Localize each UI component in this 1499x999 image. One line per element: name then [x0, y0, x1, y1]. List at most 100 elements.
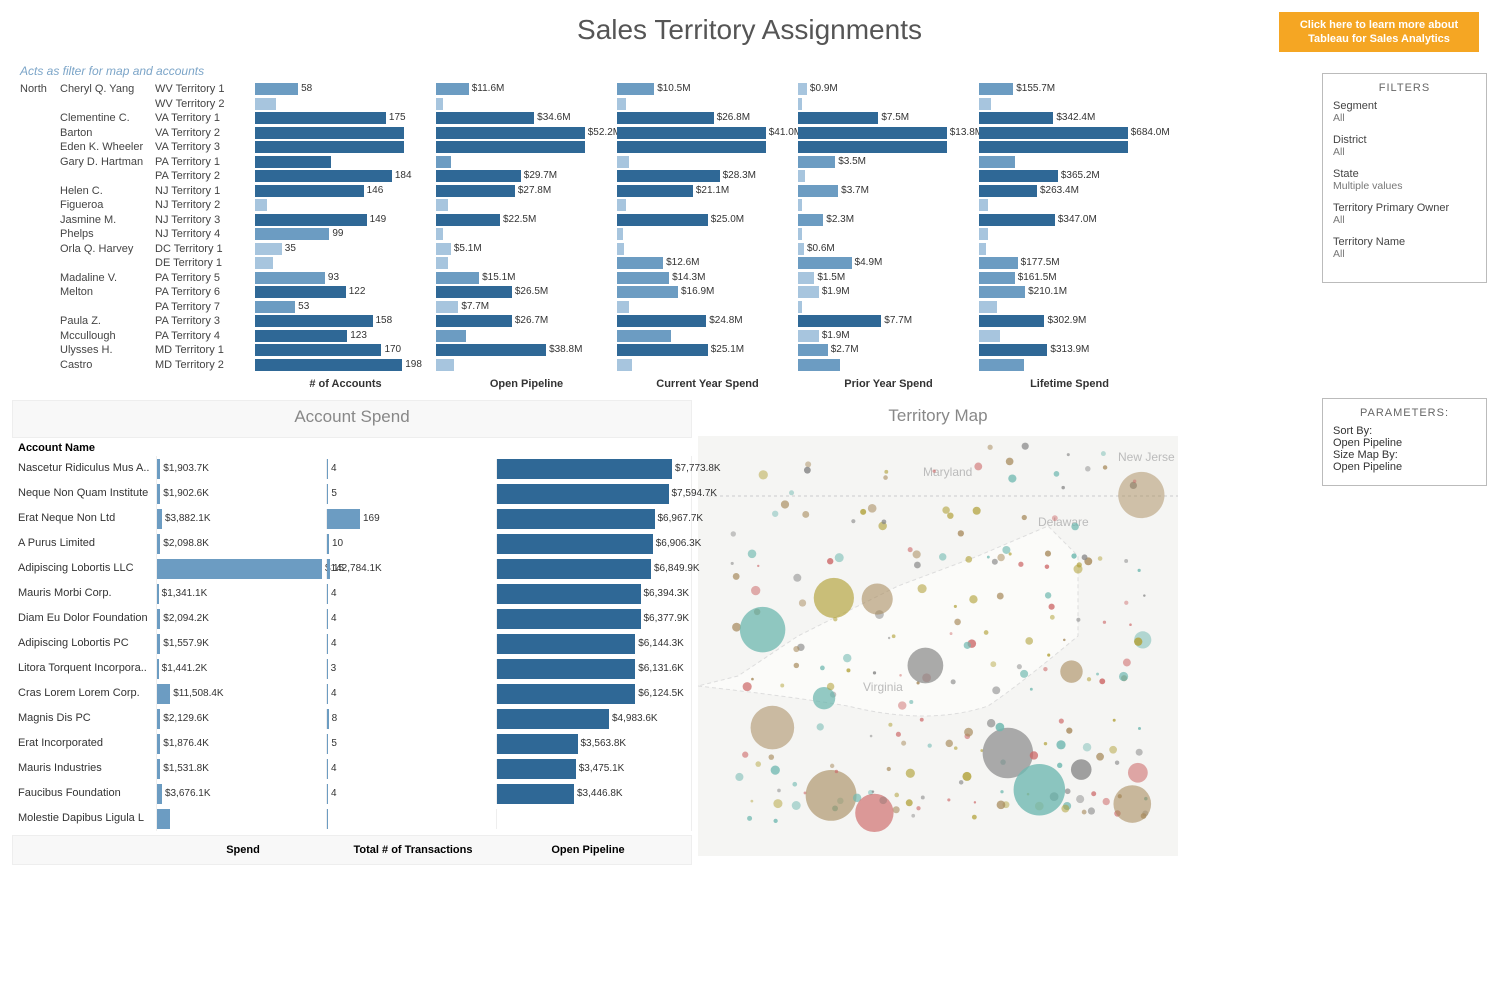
account-row[interactable]: A Purus Limited$2,098.8K10$6,906.3K: [12, 531, 692, 556]
map-bubble[interactable]: [913, 550, 921, 558]
map-bubble[interactable]: [964, 728, 973, 737]
map-bubble[interactable]: [1030, 751, 1038, 759]
map-bubble[interactable]: [1014, 764, 1066, 816]
map-bubble[interactable]: [908, 547, 913, 552]
map-bubble[interactable]: [833, 617, 837, 621]
map-bubble[interactable]: [759, 470, 768, 479]
map-bubble[interactable]: [920, 718, 924, 722]
map-bubble[interactable]: [1056, 740, 1065, 749]
map-bubble[interactable]: [908, 648, 944, 684]
map-bubble[interactable]: [1018, 562, 1023, 567]
map-bubble[interactable]: [914, 562, 921, 569]
map-bubble[interactable]: [743, 682, 752, 691]
map-bubble[interactable]: [893, 806, 900, 813]
map-bubble[interactable]: [1071, 523, 1079, 531]
map-bubble[interactable]: [1057, 763, 1062, 768]
map-bubble[interactable]: [1138, 727, 1141, 730]
map-bubble[interactable]: [947, 512, 953, 518]
map-bubble[interactable]: [916, 806, 920, 810]
map-bubble[interactable]: [996, 723, 1005, 732]
map-bubble[interactable]: [751, 678, 754, 681]
map-bubble[interactable]: [1133, 480, 1136, 483]
map-bubble[interactable]: [1087, 677, 1091, 681]
map-bubble[interactable]: [773, 819, 777, 823]
map-bubble[interactable]: [732, 623, 741, 632]
map-bubble[interactable]: [1082, 810, 1087, 815]
map-bubble[interactable]: [813, 687, 835, 709]
map-bubble[interactable]: [1119, 672, 1128, 681]
map-bubble[interactable]: [1022, 443, 1029, 450]
map-bubble[interactable]: [954, 619, 961, 626]
map-bubble[interactable]: [973, 507, 981, 515]
map-bubble[interactable]: [898, 701, 906, 709]
map-bubble[interactable]: [984, 630, 989, 635]
map-bubble[interactable]: [1059, 718, 1064, 723]
map-bubble[interactable]: [883, 475, 888, 480]
map-bubble[interactable]: [972, 815, 977, 820]
territory-row[interactable]: Helen C.NJ Territory 1146$27.8M$21.1M$3.…: [20, 184, 1180, 199]
map-bubble[interactable]: [962, 772, 971, 781]
map-bubble[interactable]: [835, 553, 844, 562]
map-bubble[interactable]: [1113, 785, 1151, 823]
map-bubble[interactable]: [814, 578, 854, 618]
map-bubble[interactable]: [987, 556, 990, 559]
map-bubble[interactable]: [882, 519, 887, 524]
map-bubble[interactable]: [1054, 471, 1060, 477]
filter-state[interactable]: Multiple values: [1333, 180, 1476, 192]
map-bubble[interactable]: [1134, 638, 1142, 646]
account-row[interactable]: Mauris Morbi Corp.$1,341.1K4$6,394.3K: [12, 581, 692, 606]
map-bubble[interactable]: [950, 632, 953, 635]
map-bubble[interactable]: [817, 723, 824, 730]
map-bubble[interactable]: [1124, 559, 1128, 563]
map-bubble[interactable]: [1101, 451, 1106, 456]
map-bubble[interactable]: [1143, 594, 1145, 596]
territory-row[interactable]: Orla Q. HarveyDC Territory 135$5.1M$0.6M: [20, 242, 1180, 257]
map-bubble[interactable]: [1047, 654, 1050, 657]
map-bubble[interactable]: [820, 666, 825, 671]
account-row[interactable]: Adipiscing Lobortis PC$1,557.9K4$6,144.3…: [12, 631, 692, 656]
map-bubble[interactable]: [988, 445, 993, 450]
territory-row[interactable]: NorthCheryl Q. YangWV Territory 158$11.6…: [20, 82, 1180, 97]
map-bubble[interactable]: [731, 531, 736, 536]
param-sortby[interactable]: Open Pipeline: [1333, 437, 1476, 449]
map-bubble[interactable]: [1008, 474, 1016, 482]
map-bubble[interactable]: [748, 550, 757, 559]
col-current-year[interactable]: Current Year Spend: [617, 378, 798, 390]
map-bubble[interactable]: [802, 511, 809, 518]
account-row[interactable]: Mauris Industries$1,531.8K4$3,475.1K: [12, 756, 692, 781]
map-bubble[interactable]: [1045, 564, 1050, 569]
map-bubble[interactable]: [1115, 760, 1119, 764]
map-bubble[interactable]: [906, 769, 915, 778]
map-bubble[interactable]: [884, 470, 888, 474]
map-bubble[interactable]: [1109, 746, 1117, 754]
map-bubble[interactable]: [1099, 678, 1105, 684]
map-bubble[interactable]: [964, 642, 971, 649]
map-bubble[interactable]: [947, 798, 950, 801]
map-bubble[interactable]: [735, 773, 743, 781]
map-bubble[interactable]: [757, 565, 759, 567]
map-bubble[interactable]: [909, 700, 913, 704]
map-bubble[interactable]: [1076, 618, 1080, 622]
map-bubble[interactable]: [1020, 670, 1028, 678]
map-bubble[interactable]: [827, 683, 834, 690]
map-bubble[interactable]: [1000, 790, 1003, 793]
territory-row[interactable]: McculloughPA Territory 4123$1.9M: [20, 329, 1180, 344]
account-row[interactable]: Nascetur Ridiculus Mus A..$1,903.7K4$7,7…: [12, 456, 692, 481]
map-bubble[interactable]: [1049, 604, 1055, 610]
map-bubble[interactable]: [868, 504, 877, 513]
map-bubble[interactable]: [1096, 753, 1104, 761]
map-bubble[interactable]: [1043, 667, 1047, 671]
map-bubble[interactable]: [965, 556, 972, 563]
map-bubble[interactable]: [969, 595, 977, 603]
map-bubble[interactable]: [794, 663, 799, 668]
map-bubble[interactable]: [773, 799, 782, 808]
map-bubble[interactable]: [896, 732, 901, 737]
map-bubble[interactable]: [731, 562, 734, 565]
map-bubble[interactable]: [805, 461, 811, 467]
map-bubble[interactable]: [992, 559, 998, 565]
map-bubble[interactable]: [1002, 546, 1010, 554]
map-bubble[interactable]: [862, 583, 893, 614]
map-bubble[interactable]: [1071, 553, 1076, 558]
map-bubble[interactable]: [959, 780, 964, 785]
territory-row[interactable]: PA Territory 753$7.7M: [20, 300, 1180, 315]
